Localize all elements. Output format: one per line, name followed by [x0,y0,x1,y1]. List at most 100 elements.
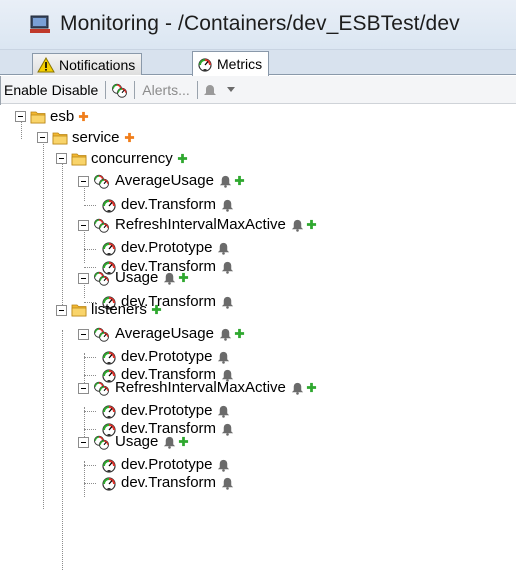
tree-node-instance[interactable]: dev.Transform [101,195,235,214]
tree-node-instance[interactable]: dev.Prototype [101,347,231,366]
add-icon[interactable] [306,382,317,393]
alert-bell-icon[interactable] [220,259,235,274]
add-icon[interactable] [306,219,317,230]
collapse-toggle[interactable] [78,437,89,448]
alert-bell-icon[interactable] [220,294,235,309]
tree-node-label: dev.Transform [121,474,217,491]
tree-node-label: service [72,129,120,146]
tree-node-instance[interactable]: dev.Prototype [101,238,231,257]
alert-bell-icon[interactable] [218,326,233,341]
toolbar-separator [134,80,136,99]
gauge-icon [101,349,117,365]
metric-group-icon[interactable] [111,82,129,98]
collapse-toggle[interactable] [78,273,89,284]
tree-node-label: esb [50,108,75,125]
alert-bell-icon[interactable] [220,197,235,212]
alert-bell-icon[interactable] [216,457,231,472]
tree-node-instance[interactable]: dev.Transform [101,473,235,492]
tree-node-label: RefreshIntervalMaxActive [115,379,286,396]
collapse-toggle[interactable] [37,132,48,143]
tree-node-label: concurrency [91,150,173,167]
tree-node-metric[interactable]: AverageUsage [93,171,245,190]
monitor-app-icon [30,15,50,33]
tree-node-label: AverageUsage [115,325,214,342]
tree-connector [84,461,85,497]
alert-bell-icon[interactable] [216,349,231,364]
tree-node-metric[interactable]: RefreshIntervalMaxActive [93,378,317,397]
tab-notifications[interactable]: Notifications [32,53,143,75]
tab-metrics[interactable]: Metrics [192,51,270,76]
tree-node-esb[interactable]: esb [30,107,89,126]
enable-button[interactable]: Enable [2,82,50,98]
alert-bell-icon[interactable] [216,240,231,255]
tree-node-metric[interactable]: AverageUsage [93,324,245,343]
tab-metrics-label: Metrics [217,56,263,72]
alert-bell-icon[interactable] [290,217,305,232]
metric-group-icon [93,380,111,396]
tree-node-listeners[interactable]: listeners [71,300,162,319]
tree-node-label: RefreshIntervalMaxActive [115,216,286,233]
tree-connector [84,465,96,466]
tree-connector [62,159,63,313]
add-icon[interactable] [151,304,162,315]
metric-group-icon [93,326,111,342]
collapse-toggle[interactable] [78,383,89,394]
collapse-toggle[interactable] [15,111,26,122]
collapse-toggle[interactable] [56,153,67,164]
add-icon[interactable] [177,153,188,164]
alert-bell-icon[interactable] [162,270,177,285]
tree-node-label: dev.Prototype [121,402,213,419]
tree-node-label: Usage [115,433,159,450]
collapse-toggle[interactable] [78,329,89,340]
alert-bell-icon[interactable] [216,403,231,418]
collapse-toggle[interactable] [78,220,89,231]
toolbar: Enable Disable Alerts... [0,76,516,104]
tree-node-label: dev.Prototype [121,239,213,256]
tree-connector [84,429,96,430]
tree-node-service[interactable]: service [52,128,135,147]
toolbar-separator [105,80,107,99]
alert-bell-dropdown-icon [203,84,216,95]
tree-node-label: dev.Transform [121,196,217,213]
add-icon[interactable] [234,328,245,339]
tree-connector [84,227,85,263]
tree-connector [21,120,22,139]
tree-connector [84,205,96,206]
add-icon[interactable] [178,436,189,447]
tree-node-metric[interactable]: RefreshIntervalMaxActive [93,215,317,234]
collapse-toggle[interactable] [56,305,67,316]
add-icon[interactable] [124,132,135,143]
tree-node-metric[interactable]: Usage [93,268,189,287]
window-titlebar: Monitoring - /Containers/dev_ESBTest/dev [0,0,516,50]
alert-bell-icon[interactable] [220,421,235,436]
tree-node-label: listeners [91,301,147,318]
folder-icon [71,151,87,167]
gauge-icon [101,240,117,256]
collapse-toggle[interactable] [78,176,89,187]
add-icon[interactable] [234,175,245,186]
metrics-gauge-icon [197,56,213,72]
window-title: Monitoring - /Containers/dev_ESBTest/dev [60,12,460,35]
add-icon[interactable] [178,272,189,283]
metric-group-icon [93,434,111,450]
chevron-down-icon [226,86,235,92]
tree-connector [84,249,96,250]
gauge-icon [101,457,117,473]
alert-bell-icon[interactable] [162,434,177,449]
tree-node-metric[interactable]: Usage [93,432,189,451]
tree-node-label: Usage [115,269,159,286]
tree-connector [84,375,96,376]
tree-node-instance[interactable]: dev.Prototype [101,401,231,420]
gauge-icon [101,403,117,419]
alert-bell-icon[interactable] [290,380,305,395]
add-icon[interactable] [78,111,89,122]
disable-button[interactable]: Disable [50,82,101,98]
alert-bell-dropdown[interactable] [203,82,235,98]
metric-group-icon [93,173,111,189]
tree-node-label: dev.Prototype [121,456,213,473]
tree-node-instance[interactable]: dev.Prototype [101,455,231,474]
tree-node-concurrency[interactable]: concurrency [71,149,188,168]
alert-bell-icon[interactable] [220,475,235,490]
alert-bell-icon[interactable] [218,173,233,188]
alerts-button[interactable]: Alerts... [140,82,191,98]
